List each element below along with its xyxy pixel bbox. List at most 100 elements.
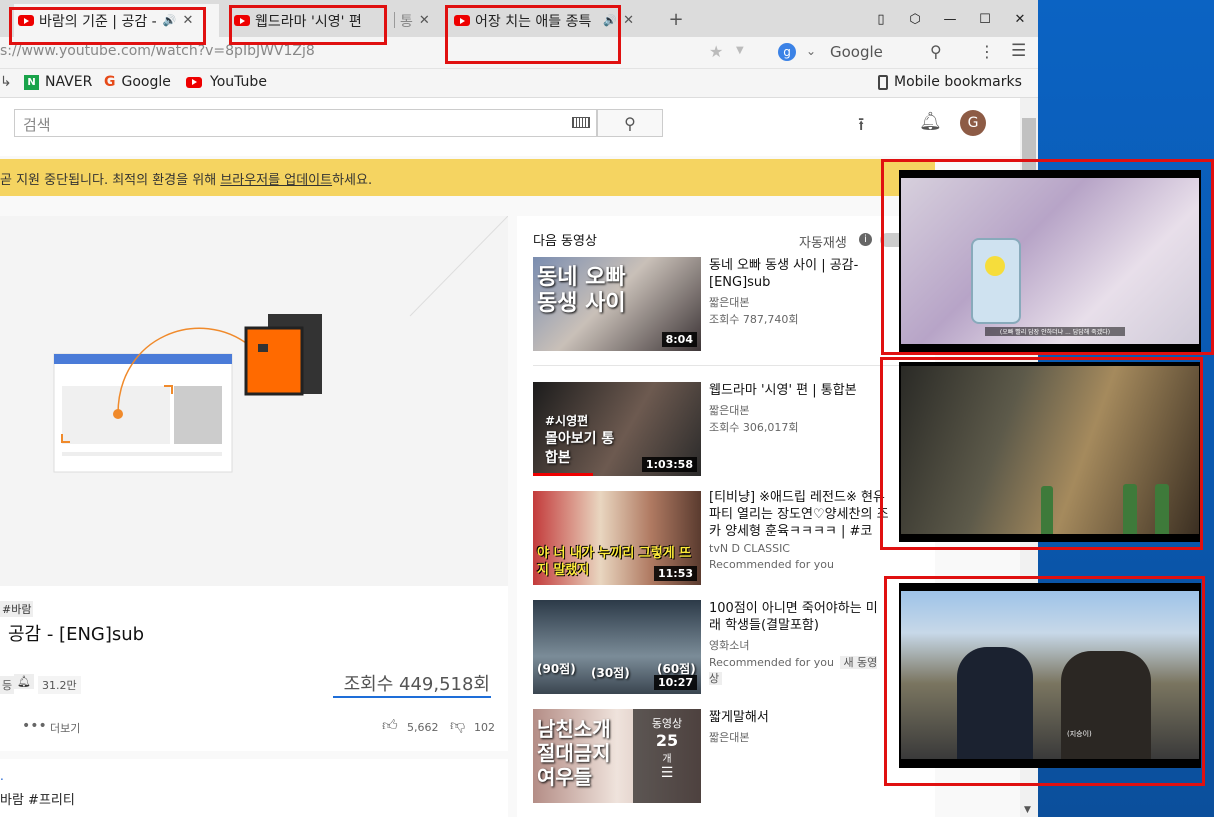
tab-1[interactable]: 웹드라마 '시영' 편 — [234, 4, 394, 37]
list-item[interactable]: 웹드라마 '시영' 편 | 통합본 짧은대본 조회수 306,017회 — [709, 382, 889, 435]
thumbnail-label: (90점) — [537, 662, 576, 676]
sentiment-bar — [333, 696, 491, 698]
info-icon[interactable]: i — [859, 233, 872, 246]
video-thumbnail[interactable]: #시영편 몰아보기 통합본 1:03:58 — [533, 382, 701, 476]
description-line: . — [0, 769, 4, 783]
update-browser-link[interactable]: 브라우저를 업데이트 — [220, 173, 332, 188]
hashtag[interactable]: #바람 — [0, 601, 34, 617]
more-label[interactable]: 더보기 — [50, 720, 80, 736]
video-title[interactable]: 짧게말해서 — [709, 709, 889, 726]
tab-2[interactable]: 통 ✕ — [400, 4, 442, 37]
tab-title: 어장 치는 애들 종특 — [475, 13, 592, 30]
bookmark-google[interactable]: G Google — [104, 74, 171, 90]
thumbnail-label: (30점) — [591, 666, 630, 680]
bookmark-star-icon[interactable]: ★ — [709, 42, 723, 61]
scroll-down-icon[interactable]: ▼ — [1024, 805, 1031, 815]
like-icon[interactable]: 👍︎ — [382, 716, 398, 735]
channel-name[interactable]: tvN D CLASSIC — [709, 542, 790, 555]
speaker-icon[interactable]: 🔊 — [603, 14, 617, 27]
close-tab-icon[interactable]: ✕ — [419, 13, 430, 28]
pip-video-window[interactable]: (오빠 빨리 답장 안하더냐 ... 답답해 죽겠다) — [899, 170, 1201, 352]
tab-separator — [446, 12, 447, 28]
speaker-icon[interactable]: 🔊 — [163, 14, 177, 27]
mobile-bookmarks[interactable]: Mobile bookmarks — [878, 74, 1022, 90]
list-item[interactable]: 짧게말해서 짧은대본 — [709, 709, 889, 745]
video-player[interactable] — [0, 215, 509, 586]
close-tab-icon[interactable]: ✕ — [623, 13, 634, 28]
mobile-icon — [878, 74, 888, 90]
divider — [533, 365, 913, 366]
notification-bell-icon[interactable]: 🔔︎ — [14, 674, 34, 689]
channel-name[interactable]: 영화소녀 — [709, 637, 889, 653]
bookmark-youtube[interactable]: YouTube — [186, 74, 267, 90]
person-shape — [957, 647, 1033, 759]
youtube-page: 검색 ⚲ ⭱ 🔔︎ G 곧 지원 중단됩니다. 최적의 환경을 위해 브라우저를… — [0, 98, 1020, 817]
bookmark-naver[interactable]: N NAVER — [24, 74, 92, 90]
search-icon: ⚲ — [624, 113, 636, 133]
search-button[interactable]: ⚲ — [597, 109, 663, 137]
channel-name[interactable]: 짧은대본 — [709, 294, 889, 310]
close-window-button[interactable]: ✕ — [1010, 9, 1030, 29]
tab-3[interactable]: 어장 치는 애들 종특 🔊 ✕ — [454, 4, 654, 37]
dropdown-icon[interactable]: ▼ — [736, 45, 744, 56]
google-icon: G — [104, 74, 116, 90]
maximize-button[interactable]: ☐ — [975, 9, 995, 29]
bottle-shape — [1155, 484, 1169, 534]
pip-video-frame: (지승이) — [901, 591, 1199, 759]
bookmark-label: Google — [121, 74, 171, 90]
new-tab-button[interactable]: + — [666, 9, 686, 30]
extension-icon[interactable]: ⬡ — [905, 9, 925, 29]
video-title[interactable]: 100점이 아니면 죽어야하는 미래 학생들(결말포함) — [709, 600, 889, 634]
more-menu-icon[interactable]: ⋮ — [979, 42, 995, 61]
list-item[interactable]: 동네 오빠 동생 사이 | 공감-[ENG]sub 짧은대본 조회수 787,7… — [709, 257, 889, 327]
search-icon[interactable]: ⚲ — [930, 42, 942, 61]
youtube-icon — [454, 15, 470, 26]
pip-video-window[interactable] — [899, 362, 1201, 542]
minimize-button[interactable]: — — [940, 9, 960, 29]
masthead: 검색 ⚲ ⭱ 🔔︎ G — [0, 98, 1020, 156]
tab-0[interactable]: 바람의 기준 | 공감 - 🔊 ✕ — [14, 4, 219, 37]
avatar[interactable]: G — [960, 110, 986, 136]
bookmark-label: Mobile bookmarks — [894, 74, 1022, 90]
youtube-icon — [234, 15, 250, 26]
video-description: . 바람 #프리티 — [0, 759, 508, 817]
chevron-down-icon[interactable]: ⌄ — [806, 44, 816, 58]
search-input[interactable]: 검색 — [14, 109, 597, 137]
close-tab-icon[interactable]: ✕ — [182, 13, 193, 28]
search-engine-icon[interactable]: g — [778, 43, 796, 61]
video-thumbnail[interactable]: 동네 오빠동생 사이 8:04 — [533, 257, 701, 351]
video-thumbnail[interactable]: (90점) (30점) (60점) 10:27 — [533, 600, 701, 694]
video-info: #바람 공감 - [ENG]sub 등 🔔︎ 31.2만 조회수 449,518… — [0, 586, 508, 751]
playlist-thumbnail[interactable]: 남친소개 절대금지 여우들 동영상 25 개 ☰ — [533, 709, 701, 803]
list-item[interactable]: 100점이 아니면 죽어야하는 미래 학생들(결말포함) 영화소녀 Recomm… — [709, 600, 889, 686]
search-engine-label[interactable]: Google — [830, 43, 883, 61]
channel-name[interactable]: 짧은대본 — [709, 402, 889, 418]
dislike-icon[interactable]: 👎︎ — [450, 716, 465, 735]
address-bar: s://www.youtube.com/watch?v=8pIbJWV1Zj8 … — [0, 37, 1038, 69]
video-title[interactable]: [티비냥] ※애드립 레전드※ 현유 파티 열리는 장도연♡양세찬의 조카 양세… — [709, 489, 889, 540]
bell-icon[interactable]: 🔔︎ — [919, 111, 942, 132]
thumbnail-text: 몰아보기 통합본 — [545, 431, 615, 466]
tab-separator — [394, 12, 395, 28]
video-thumbnail[interactable]: 야 너 내가 누끼리 그렇게 뜨지 말랬지 11:53 — [533, 491, 701, 585]
video-title[interactable]: 동네 오빠 동생 사이 | 공감-[ENG]sub — [709, 257, 889, 291]
channel-name[interactable]: 짧은대본 — [709, 729, 889, 745]
video-title[interactable]: 웹드라마 '시영' 편 | 통합본 — [709, 382, 889, 399]
video-duration: 11:53 — [653, 566, 697, 581]
arrow-icon: ↳ — [0, 74, 12, 90]
pip-placeholder-illustration — [53, 215, 509, 473]
url-field[interactable]: s://www.youtube.com/watch?v=8pIbJWV1Zj8 — [0, 43, 315, 59]
video-meta: Recommended for you — [709, 558, 834, 571]
keyboard-icon[interactable] — [572, 117, 590, 128]
description-tags[interactable]: 바람 #프리티 — [0, 789, 75, 808]
pip-video-window[interactable]: (지승이) — [899, 583, 1201, 768]
more-icon[interactable]: ••• — [22, 718, 47, 734]
upload-icon[interactable]: ⭱ — [858, 112, 864, 142]
pip-window-icon[interactable]: ▯ — [871, 9, 891, 29]
subscribe-label[interactable]: 등 — [0, 676, 15, 694]
hamburger-menu-icon[interactable]: ☰ — [1011, 41, 1026, 61]
person-shape — [1061, 651, 1151, 759]
recommended-label: Recommended for you — [709, 656, 834, 669]
banner-text: 곧 지원 중단됩니다. 최적의 환경을 위해 — [0, 173, 221, 188]
video-meta: 조회수 787,740회 — [709, 313, 799, 326]
